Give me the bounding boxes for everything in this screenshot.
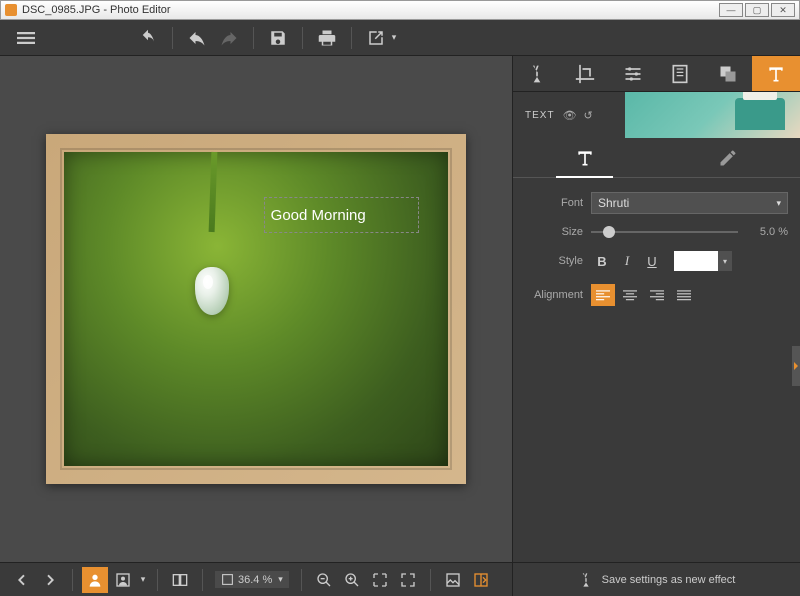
photo-waterdrop (195, 267, 229, 315)
text-subtabs (513, 138, 800, 178)
nav-prev-icon[interactable] (9, 567, 35, 593)
header-decoration (625, 92, 800, 138)
tab-text[interactable] (752, 56, 800, 91)
style-label: Style (525, 255, 583, 267)
reset-icon[interactable]: ↺ (584, 109, 594, 122)
menu-icon[interactable] (12, 24, 40, 52)
redo-icon[interactable] (215, 24, 243, 52)
align-right-button[interactable] (645, 284, 669, 306)
title-sep: - (100, 4, 110, 16)
font-select[interactable]: Shruti ▾ (591, 192, 788, 214)
text-color-dropdown[interactable]: ▾ (718, 251, 732, 271)
window-maximize-button[interactable]: ▢ (745, 3, 769, 17)
print-icon[interactable] (313, 24, 341, 52)
title-filename: DSC_0985.JPG (22, 4, 100, 16)
undo-full-icon[interactable] (134, 24, 162, 52)
main-toolbar: ▾ (0, 20, 800, 56)
sidebar-tool-tabs (513, 56, 800, 92)
typewriter-icon (735, 98, 785, 130)
zoom-out-icon[interactable] (311, 567, 337, 593)
portrait-caret-icon[interactable]: ▾ (138, 567, 148, 593)
actual-size-icon[interactable] (395, 567, 421, 593)
zoom-caret-icon: ▾ (278, 574, 283, 585)
align-label: Alignment (525, 289, 583, 301)
text-properties: Font Shruti ▾ Size 5.0 % Style B (513, 178, 800, 332)
tab-crop[interactable] (561, 56, 609, 91)
size-label: Size (525, 226, 583, 238)
subtab-edit[interactable] (657, 138, 800, 177)
font-value: Shruti (598, 196, 629, 210)
zoom-display[interactable]: 36.4 % ▾ (215, 571, 289, 588)
canvas-area[interactable]: Good Morning (0, 56, 512, 562)
export-icon[interactable] (362, 24, 390, 52)
size-slider[interactable] (591, 231, 738, 233)
export-caret-icon[interactable]: ▾ (388, 24, 400, 52)
chevron-down-icon: ▾ (776, 198, 781, 209)
app-logo-icon (5, 4, 17, 16)
text-header-label: TEXT (525, 110, 555, 121)
subtab-text[interactable] (513, 138, 657, 177)
bold-button[interactable]: B (591, 250, 613, 272)
layout-split-icon[interactable] (167, 567, 193, 593)
portrait-variant-icon[interactable] (110, 567, 136, 593)
sidebar-expand-handle[interactable] (792, 346, 800, 386)
tab-effects[interactable] (513, 56, 561, 91)
underline-button[interactable]: U (641, 250, 663, 272)
photo-image: Good Morning (64, 152, 448, 466)
window-minimize-button[interactable]: — (719, 3, 743, 17)
titlebar: DSC_0985.JPG - Photo Editor — ▢ ✕ (0, 0, 800, 20)
italic-button[interactable]: I (616, 250, 638, 272)
save-icon[interactable] (264, 24, 292, 52)
photo-stem (209, 152, 218, 232)
save-effect-button[interactable]: Save settings as new effect (512, 562, 800, 596)
overlay-text: Good Morning (271, 207, 366, 224)
undo-icon[interactable] (183, 24, 211, 52)
align-center-button[interactable] (618, 284, 642, 306)
zoom-in-icon[interactable] (339, 567, 365, 593)
size-slider-thumb[interactable] (603, 226, 615, 238)
align-left-button[interactable] (591, 284, 615, 306)
text-color-swatch[interactable] (674, 251, 718, 271)
image-icon[interactable] (440, 567, 466, 593)
tab-adjust[interactable] (609, 56, 657, 91)
title-appname: Photo Editor (110, 4, 171, 16)
text-overlay-box[interactable]: Good Morning (264, 197, 419, 233)
tab-frames[interactable] (656, 56, 704, 91)
text-panel-header: TEXT 👁 ↺ (513, 92, 800, 138)
photo-frame: Good Morning (46, 134, 466, 484)
sidebar: TEXT 👁 ↺ Font Shruti ▾ (512, 56, 800, 562)
zoom-value: 36.4 % (238, 574, 272, 586)
tab-overlays[interactable] (704, 56, 752, 91)
nav-next-icon[interactable] (37, 567, 63, 593)
flask-icon (578, 572, 594, 588)
portrait-icon[interactable] (82, 567, 108, 593)
save-effect-label: Save settings as new effect (602, 574, 736, 586)
fit-screen-icon[interactable] (367, 567, 393, 593)
size-value: 5.0 % (748, 226, 788, 238)
font-label: Font (525, 197, 583, 209)
window-close-button[interactable]: ✕ (771, 3, 795, 17)
visibility-icon[interactable]: 👁 (563, 109, 578, 122)
compare-icon[interactable] (468, 567, 494, 593)
align-justify-button[interactable] (672, 284, 696, 306)
